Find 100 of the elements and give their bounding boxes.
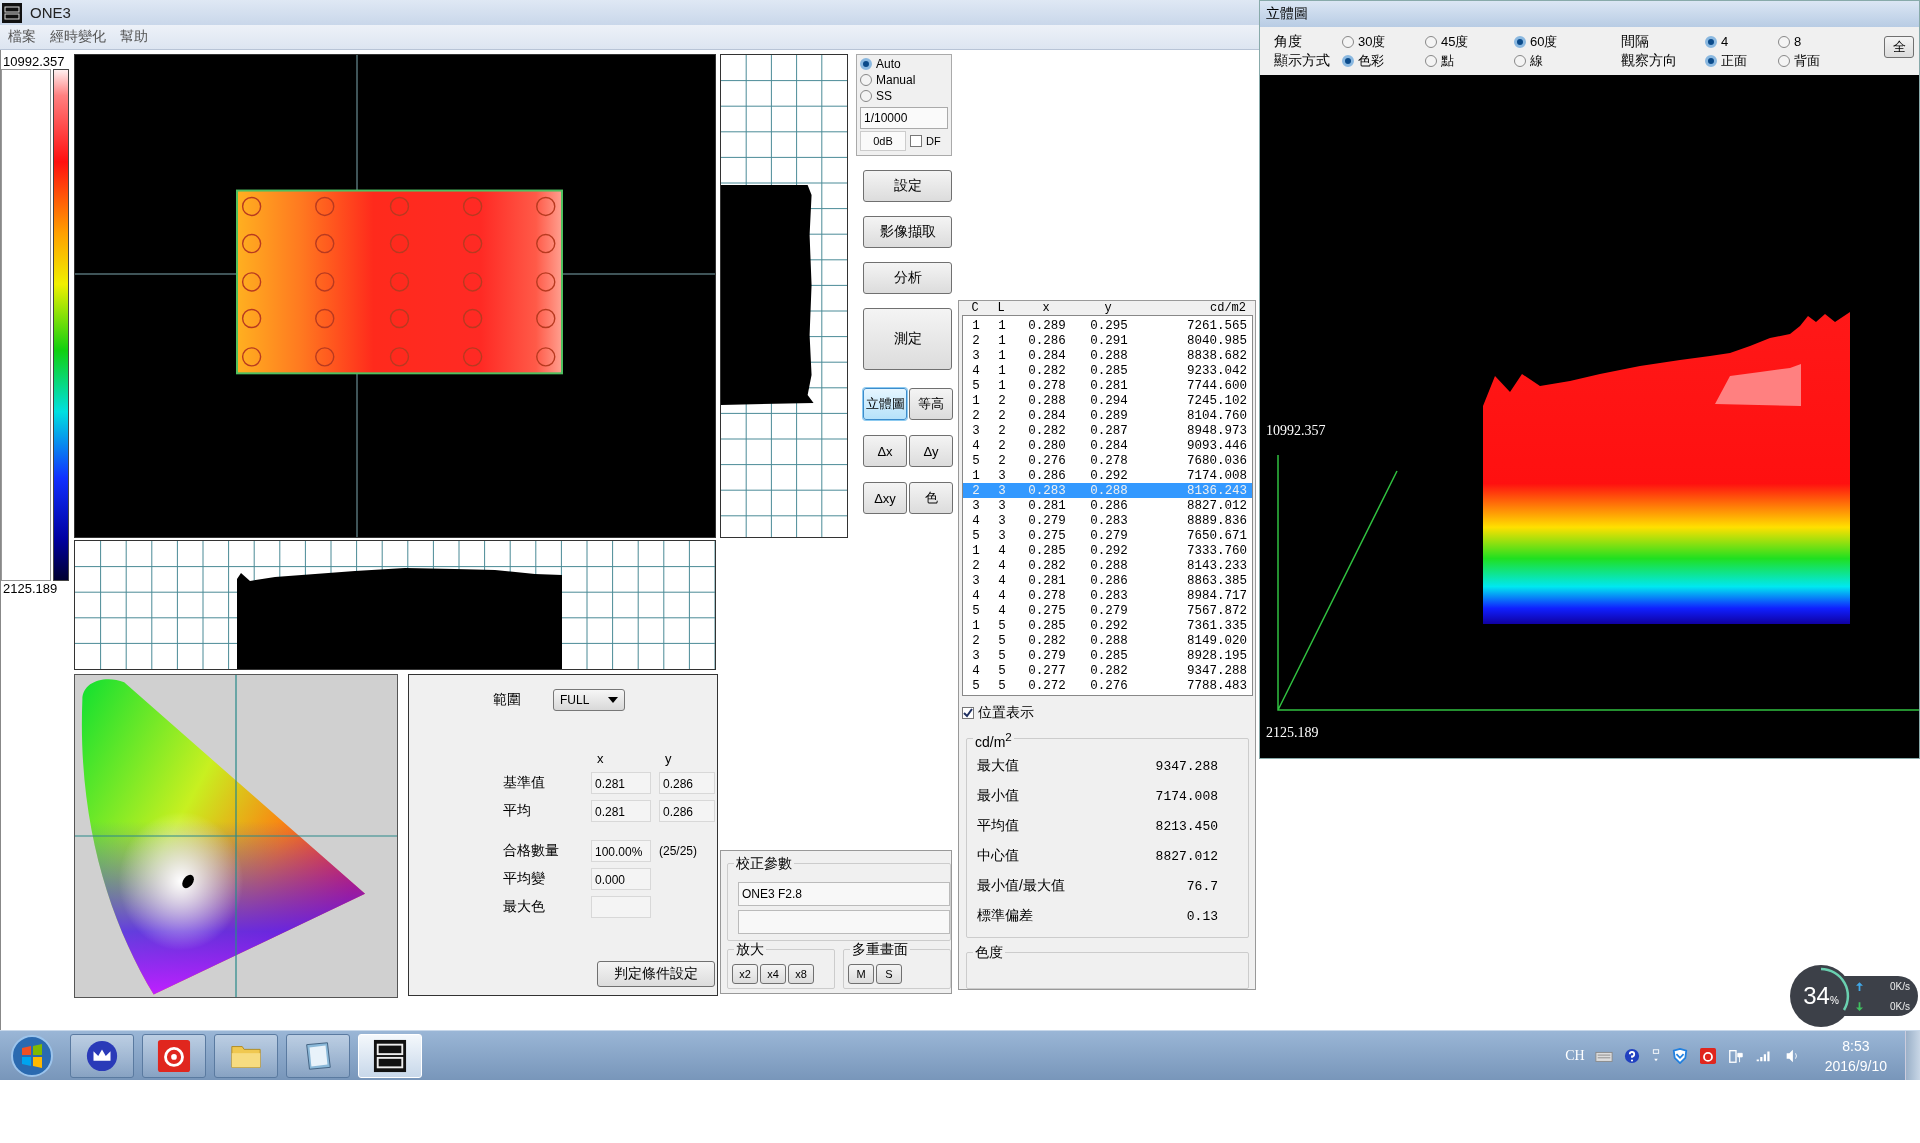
show-positions-checkbox[interactable]: 位置表示 [962,704,1253,722]
value-field[interactable] [591,896,651,918]
table-row[interactable]: 4 3 0.279 0.283 8889.836 [963,513,1252,528]
table-cell-text: 0.289 [1027,318,1067,333]
action-button[interactable]: 測定 [863,308,952,370]
table-row[interactable]: 3 1 0.284 0.288 8838.682 [963,348,1252,363]
table-row[interactable]: 2 4 0.282 0.288 8143.233 [963,558,1252,573]
table-row[interactable]: 2 2 0.284 0.289 8104.760 [963,408,1252,423]
value-field[interactable]: 0.281 [591,772,651,794]
help-icon[interactable] [1622,1047,1641,1064]
table-row[interactable]: 4 4 0.278 0.283 8984.717 [963,588,1252,603]
criteria-settings-button[interactable]: 判定條件設定 [597,961,715,987]
table-cell-text: 0.288 [1089,633,1129,648]
field-label: 最大色 [503,898,546,916]
view-button[interactable]: 色 [909,482,953,514]
radio-button[interactable]: SS [860,89,948,103]
radio-button[interactable]: 60度 [1514,32,1621,51]
table-row[interactable]: 5 5 0.272 0.276 7788.483 [963,678,1252,693]
layout-button[interactable]: S [876,964,902,984]
radio-button[interactable]: 4 [1705,34,1778,49]
table-row[interactable]: 2 1 0.286 0.291 8040.985 [963,333,1252,348]
table-cell-text: 7650.671 [1186,528,1248,543]
table-row[interactable]: 5 4 0.275 0.279 7567.872 [963,603,1252,618]
radio-button[interactable]: 背面 [1778,51,1884,70]
gain-field[interactable]: 0dB [860,131,906,151]
calibration-field[interactable]: ONE3 F2.8 [738,882,950,906]
table-cell-text: 7361.335 [1186,618,1248,633]
table-cell-text: 0.282 [1027,363,1067,378]
table-cell-text: 3 [971,348,981,363]
view-button[interactable]: Δy [909,435,953,467]
table-row[interactable]: 5 3 0.275 0.279 7650.671 [963,528,1252,543]
table-row[interactable]: 3 2 0.282 0.287 8948.973 [963,423,1252,438]
table-row[interactable]: 5 1 0.278 0.281 7744.600 [963,378,1252,393]
table-cell-text: 0.286 [1027,468,1067,483]
battery-plug-icon[interactable] [1726,1047,1745,1064]
input-field[interactable] [738,910,950,934]
table-row[interactable]: 3 5 0.279 0.285 8928.195 [963,648,1252,663]
view-button[interactable]: Δxy [863,482,907,514]
stat-label: 最小值/最大值 [977,877,1065,895]
table-cell-text: 4 [971,663,981,678]
table-row[interactable]: 4 1 0.282 0.285 9233.042 [963,363,1252,378]
radio-button[interactable]: Manual [860,73,948,87]
table-row[interactable]: 1 5 0.285 0.292 7361.335 [963,618,1252,633]
radio-button[interactable]: 45度 [1425,32,1514,51]
value-field[interactable]: 0.281 [591,800,651,822]
radio-button[interactable]: 線 [1514,51,1621,70]
table-row[interactable]: 1 2 0.288 0.294 7245.102 [963,393,1252,408]
shield-icon[interactable] [1670,1047,1689,1064]
value-field[interactable]: 0.000 [591,868,651,890]
view-button[interactable]: 等高 [909,388,953,420]
range-dropdown[interactable]: FULL [553,689,625,711]
table-cell-text: 4 [997,558,1007,573]
zoom-button[interactable]: x2 [732,964,758,984]
radio-button[interactable]: 正面 [1705,51,1778,70]
table-cell-text: 5 [971,528,981,543]
table-row[interactable]: 4 2 0.280 0.284 9093.446 [963,438,1252,453]
spiral-icon[interactable] [1698,1047,1717,1064]
menu-item[interactable]: 檔案 [8,28,36,46]
caret-icon [608,697,618,703]
start-button[interactable] [10,1033,54,1078]
value-field[interactable]: 100.00% [591,840,651,862]
radio-button[interactable]: 點 [1425,51,1514,70]
full-button[interactable]: 全 [1884,35,1914,58]
table-cell-text: 5 [997,648,1007,663]
action-button[interactable]: 影像擷取 [863,216,952,248]
table-cell-text: 5 [971,678,981,693]
radio-button[interactable]: 8 [1778,34,1884,49]
table-row[interactable]: 4 5 0.277 0.282 9347.288 [963,663,1252,678]
table-cell-text: 8889.836 [1186,513,1248,528]
table-cell-text: 0.279 [1089,528,1129,543]
table-cell-text: 0.283 [1089,513,1129,528]
table-row[interactable]: 1 4 0.285 0.292 7333.760 [963,543,1252,558]
table-row[interactable]: 3 3 0.281 0.286 8827.012 [963,498,1252,513]
table-cell-text: 5 [997,678,1007,693]
menu-item[interactable]: 經時變化 [50,28,106,46]
zoom-button[interactable]: x8 [788,964,814,984]
value-field[interactable]: 0.286 [659,772,715,794]
table-row[interactable]: 2 5 0.282 0.288 8149.020 [963,633,1252,648]
taskbar-app-button[interactable] [70,1033,134,1078]
layout-button[interactable]: M [848,964,874,984]
table-row[interactable]: 5 2 0.276 0.278 7680.036 [963,453,1252,468]
expand-icon[interactable] [1650,1047,1661,1064]
zoom-button[interactable]: x4 [760,964,786,984]
menu-item[interactable]: 幫助 [120,28,148,46]
action-button[interactable]: 分析 [863,262,952,294]
action-button[interactable]: 設定 [863,170,952,202]
radio-button[interactable]: Auto [860,57,948,71]
table-cell-text: 7744.600 [1186,378,1248,393]
view-button[interactable]: Δx [863,435,907,467]
value-field[interactable]: 0.286 [659,800,715,822]
checkbox[interactable]: DF [910,135,941,147]
table-cell-text: 5 [971,378,981,393]
table-row[interactable]: 3 4 0.281 0.286 8863.385 [963,573,1252,588]
view-button[interactable]: 立體圖 [863,388,907,420]
table-row[interactable]: 1 3 0.286 0.292 7174.008 [963,468,1252,483]
table-cell-text: 4 [997,588,1007,603]
radio-button[interactable]: 色彩 [1342,51,1425,70]
shutter-dropdown[interactable]: 1/10000 [860,107,948,129]
radio-button[interactable]: 30度 [1342,32,1425,51]
table-row[interactable]: 1 1 0.289 0.295 7261.565 [963,318,1252,333]
